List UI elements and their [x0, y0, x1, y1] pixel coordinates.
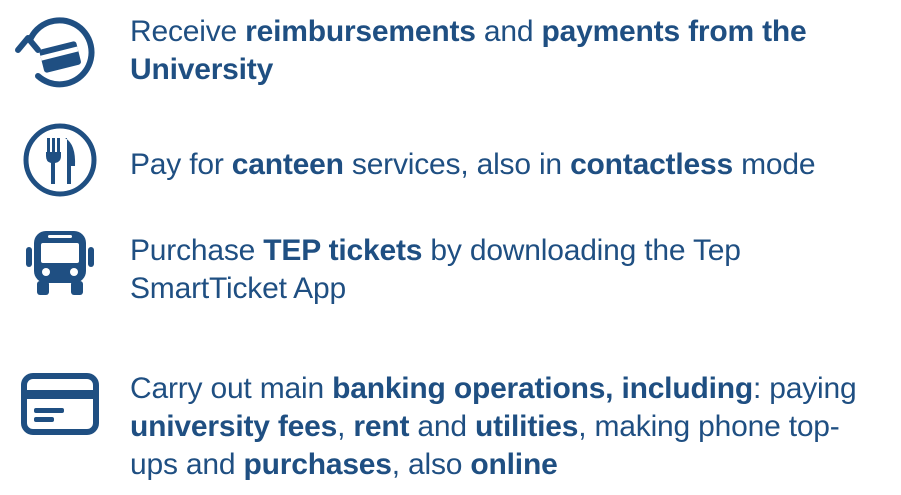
bold-text-segment: utilities [475, 410, 579, 443]
bold-text-segment: TEP tickets [263, 234, 423, 267]
bold-text-segment: purchases [243, 448, 392, 481]
text-segment: Carry out main [130, 372, 333, 405]
feature-text: Pay for canteen services, also in contac… [130, 146, 897, 184]
text-segment: mode [732, 148, 816, 181]
bus-icon [26, 231, 94, 295]
card-payment-arrow-icon [15, 17, 95, 88]
feature-reimbursements: Receive reimbursements and payments from… [0, 0, 901, 110]
credit-card-icon [21, 373, 99, 435]
feature-canteen: Pay for canteen services, also in contac… [0, 110, 901, 220]
text-segment: : paying [752, 372, 857, 405]
fork-knife-icon [23, 123, 97, 197]
feature-tep-tickets: Purchase TEP tickets by downloading the … [0, 215, 901, 315]
feature-text: Carry out main banking operations, inclu… [130, 370, 861, 484]
text-segment: , also [391, 448, 471, 481]
bold-text-segment: canteen [231, 148, 344, 181]
text-segment: , [337, 410, 354, 443]
bold-text-segment: university fees [130, 410, 338, 443]
text-segment: Receive [130, 15, 246, 48]
bold-text-segment: online [470, 448, 558, 481]
feature-banking: Carry out main banking operations, inclu… [0, 360, 901, 495]
feature-text: Receive reimbursements and payments from… [130, 13, 897, 89]
bold-text-segment: reimbursements [245, 15, 476, 48]
text-segment: Pay for [130, 148, 232, 181]
text-segment: Purchase [130, 234, 264, 267]
text-segment: and [475, 15, 542, 48]
feature-text: Purchase TEP tickets by downloading the … [130, 232, 841, 308]
bold-text-segment: banking operations, including [332, 372, 753, 405]
bold-text-segment: contactless [570, 148, 733, 181]
text-segment: services, also in [343, 148, 571, 181]
text-segment: and [409, 410, 475, 443]
bold-text-segment: rent [353, 410, 410, 443]
